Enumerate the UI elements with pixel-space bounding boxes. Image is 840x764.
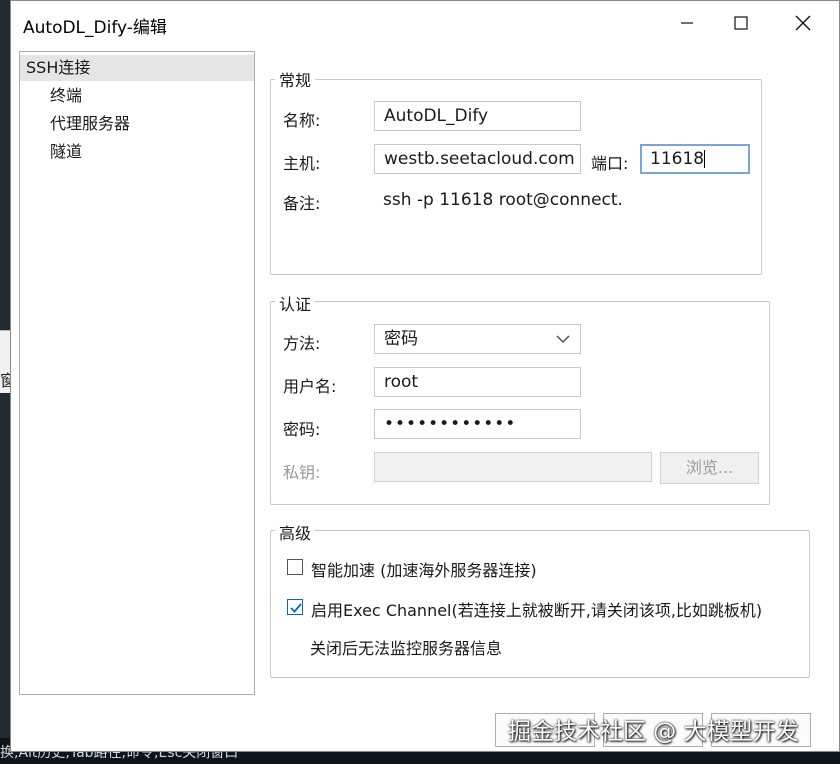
close-icon [795,15,811,31]
general-legend: 常规 [275,67,316,91]
method-label: 方法: [283,334,321,353]
tree-item-terminal[interactable]: 终端 [50,83,82,109]
advanced-legend: 高级 [275,520,316,544]
checkmark-icon [290,603,302,613]
exec-channel-note: 关闭后无法监控服务器信息 [310,639,503,658]
text-cursor [704,150,706,168]
exec-channel-label[interactable]: 启用Exec Channel(若连接上就被断开,请关闭该项,比如跳板机) [311,597,762,621]
exec-channel-checkbox[interactable] [287,599,303,615]
tree-item-proxy[interactable]: 代理服务器 [50,111,130,137]
method-select[interactable]: 密码 [374,324,581,354]
close-button[interactable] [775,3,831,43]
title-bar[interactable]: AutoDL_Dify-编辑 [11,1,839,47]
maximize-icon [734,16,748,30]
host-input[interactable]: westb.seetacloud.com [374,144,581,174]
auth-legend: 认证 [275,291,316,315]
browse-button: 浏览... [660,452,759,484]
port-input[interactable]: 11618 [640,144,750,174]
private-key-label: 私钥: [283,463,321,482]
settings-tree: SSH连接 终端 代理服务器 隧道 [19,51,255,695]
chevron-down-icon [556,335,570,343]
window-title: AutoDL_Dify-编辑 [23,18,167,38]
name-label: 名称: [283,111,321,130]
username-label: 用户名: [283,377,337,396]
smart-accel-label[interactable]: 智能加速 (加速海外服务器连接) [311,557,537,581]
minimize-button[interactable] [659,3,715,43]
password-input[interactable]: •••••••••••• [374,409,581,439]
smart-accel-checkbox[interactable] [287,559,303,575]
note-textarea[interactable]: ssh -p 11618 root@connect.w [374,186,623,254]
note-label: 备注: [283,194,321,213]
host-label: 主机: [283,154,321,173]
port-label: 端口: [591,154,629,173]
name-input[interactable]: AutoDL_Dify [374,101,581,131]
username-input[interactable]: root [374,367,581,397]
tree-item-tunnel[interactable]: 隧道 [50,139,82,165]
private-key-input [374,452,652,482]
maximize-button[interactable] [713,3,769,43]
password-label: 密码: [283,420,321,439]
watermark: 掘金技术社区 @ 大模型开发 [508,719,799,745]
minimize-icon [681,22,693,24]
tree-item-ssh[interactable]: SSH连接 [20,55,254,81]
edit-session-dialog: AutoDL_Dify-编辑 SSH连接 终端 代理服务器 隧道 常规 名称: … [10,0,840,752]
